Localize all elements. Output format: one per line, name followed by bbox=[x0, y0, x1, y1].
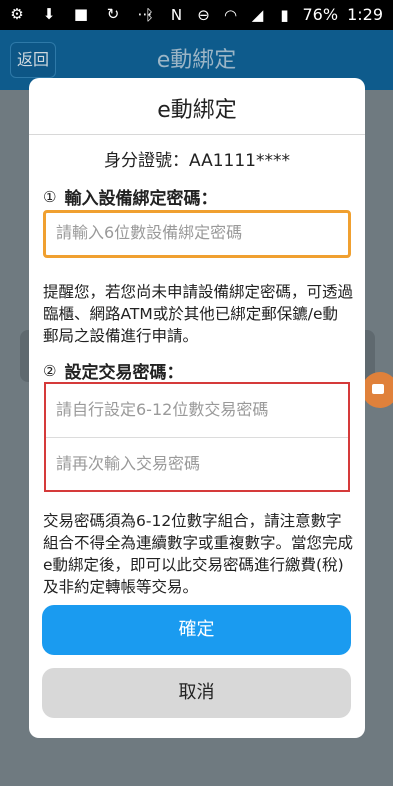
section-trade-password-title: ② 設定交易密碼： bbox=[43, 358, 184, 384]
step-number-2: ② bbox=[43, 361, 57, 380]
nfc-icon: N bbox=[170, 5, 183, 24]
bind-password-input[interactable]: 請輸入6位數設備綁定密碼 bbox=[43, 210, 351, 258]
battery-icon: ▮ bbox=[280, 5, 289, 24]
trade-password-input[interactable]: 請自行設定6-12位數交易密碼 bbox=[46, 384, 348, 436]
status-bar: ⚙ ⬇ ■ ↻ ⋯ ᛒ N ⊖ ◠ ◢ ▮ 76% 1:29 bbox=[0, 0, 393, 30]
notice-text: 交易密碼須為6-12位數字組合，請注意數字組合不得全為連續數字或重複數字。當您完… bbox=[43, 512, 354, 596]
title-divider bbox=[29, 134, 365, 135]
wifi-icon: ◠ bbox=[223, 5, 238, 24]
bind-dialog: e動綁定 身分證號：AA1111**** ① 輸入設備綁定密碼： 請輸入6位數設… bbox=[29, 78, 365, 738]
trade-password-confirm-input[interactable]: 請再次輸入交易密碼 bbox=[46, 438, 348, 490]
video-icon: ■ bbox=[73, 5, 89, 23]
sync-icon: ↻ bbox=[106, 5, 120, 23]
battery-percent: 76% bbox=[302, 5, 339, 24]
trade-password-group: 請自行設定6-12位數交易密碼 請再次輸入交易密碼 bbox=[44, 382, 350, 492]
id-number: 身分證號：AA1111**** bbox=[104, 151, 290, 171]
reminder-text: 提醒您，若您尚未申請設備綁定密碼，可透過臨櫃、網路ATM或於其他已綁定郵保鑣/e… bbox=[43, 283, 354, 345]
dnd-icon: ⊖ bbox=[197, 5, 210, 24]
download-icon: ⬇ bbox=[42, 5, 56, 23]
clock: 1:29 bbox=[347, 5, 383, 24]
cancel-button[interactable]: 取消 bbox=[42, 668, 351, 718]
signal-icon: ◢ bbox=[251, 5, 264, 24]
page-title: e動綁定 bbox=[156, 48, 237, 73]
step-number-1: ① bbox=[43, 187, 57, 206]
bluetooth-icon: ᛒ bbox=[144, 5, 154, 24]
dialog-title: e動綁定 bbox=[157, 98, 237, 123]
section-bind-password-title: ① 輸入設備綁定密碼： bbox=[43, 184, 218, 210]
settings-icon: ⚙ bbox=[10, 5, 24, 23]
confirm-button[interactable]: 確定 bbox=[42, 605, 351, 655]
section-label: 設定交易密碼： bbox=[64, 363, 184, 383]
video-call-icon[interactable] bbox=[362, 372, 393, 408]
section-label: 輸入設備綁定密碼： bbox=[64, 189, 218, 209]
